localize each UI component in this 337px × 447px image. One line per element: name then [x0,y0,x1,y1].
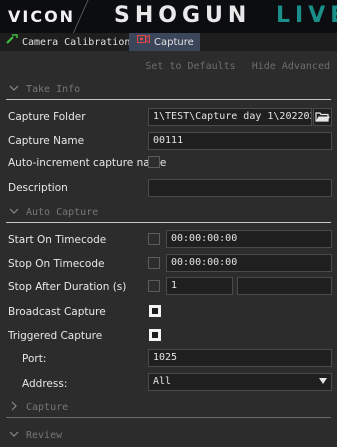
capture-name-input[interactable]: 00111 [148,132,332,150]
auto-increment-label: Auto-increment capture name [8,157,167,169]
set-to-defaults-link[interactable]: Set to Defaults [145,61,235,72]
shogun-logo: SHOGUN [114,3,252,28]
header-divider [70,0,107,33]
tab-label: Capture [154,37,194,48]
chevron-down-icon [9,431,19,437]
port-label: Port: [22,353,47,365]
section-title: Capture [26,402,69,413]
port-input[interactable]: 1025 [148,349,332,367]
broadcast-capture-label: Broadcast Capture [8,306,106,318]
auto-increment-checkbox[interactable] [148,156,160,168]
tab-capture[interactable]: Capture [129,33,200,51]
section-title: Take Info [26,84,81,95]
folder-icon [315,112,330,122]
stop-after-duration-checkbox[interactable] [148,280,160,292]
section-title: Auto Capture [26,207,99,218]
tab-camera-calibration[interactable]: Camera Calibration [6,33,130,51]
stop-timecode-input[interactable]: 00:00:00:00 [166,254,332,272]
stop-on-timecode-checkbox[interactable] [148,257,160,269]
browse-folder-button[interactable] [313,108,332,126]
start-timecode-input[interactable]: 00:00:00:00 [166,230,332,248]
duration-input-secondary[interactable] [237,277,332,295]
chevron-down-icon [9,208,19,214]
triggered-capture-label: Triggered Capture [8,330,103,342]
live-logo: LIVE [276,3,337,28]
description-input[interactable] [148,179,332,197]
stop-after-duration-label: Stop After Duration (s) [8,281,127,293]
duration-input[interactable]: 1 [166,277,233,295]
section-rule [6,222,331,223]
calibration-wand-icon [6,33,18,51]
capture-folder-input[interactable]: 1\TEST\Capture day 1\20220207\ [148,108,312,126]
start-on-timecode-label: Start On Timecode [8,234,107,246]
description-label: Description [8,182,68,194]
capture-folder-label: Capture Folder [8,111,86,123]
capture-panel: Set to Defaults Hide Advanced Take Info … [0,51,337,447]
section-capture[interactable]: Capture [0,398,337,418]
section-take-info[interactable]: Take Info [0,80,337,100]
section-rule [6,99,331,100]
start-on-timecode-checkbox[interactable] [148,233,160,245]
app-header: VICON SHOGUN LIVE [0,0,337,33]
section-auto-capture[interactable]: Auto Capture [0,203,337,223]
dropdown-arrow-icon [319,378,327,384]
section-review[interactable]: Review [0,426,337,446]
section-title: Review [26,430,63,441]
stop-on-timecode-label: Stop On Timecode [8,258,105,270]
tab-bar: Camera Calibration Capture [0,33,337,51]
chevron-right-icon [11,401,17,411]
section-rule [6,417,331,418]
top-links: Set to Defaults Hide Advanced [135,61,330,72]
capture-name-label: Capture Name [8,135,85,147]
address-selected-value: All [153,376,172,387]
chevron-down-icon [9,85,19,91]
vicon-logo: VICON [8,7,76,26]
address-select[interactable]: All [148,373,332,391]
tab-label: Camera Calibration [22,37,131,48]
broadcast-capture-checkbox[interactable] [149,305,161,317]
address-label: Address: [22,378,68,390]
hide-advanced-link[interactable]: Hide Advanced [252,61,330,72]
triggered-capture-checkbox[interactable] [149,329,161,341]
record-camera-icon [137,33,150,51]
